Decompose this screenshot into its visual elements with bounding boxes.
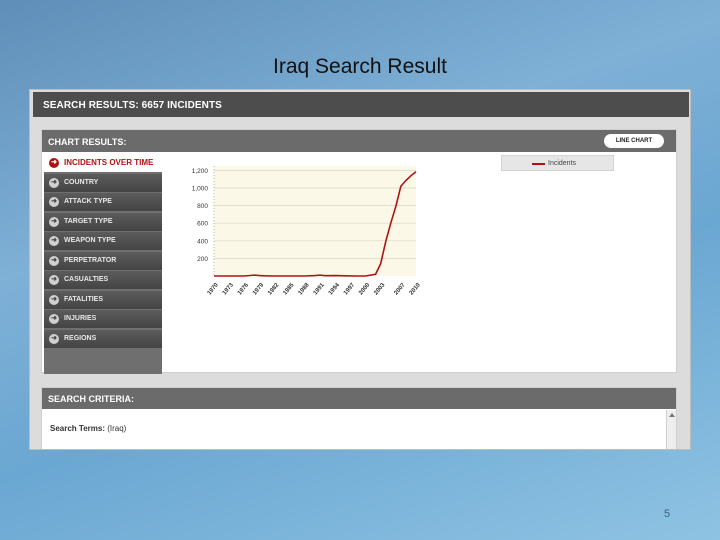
x-tick-label: 1982 [267, 282, 281, 297]
legend-label: Incidents [548, 160, 577, 167]
arrow-right-icon: ➜ [49, 294, 59, 305]
x-tick-label: 1979 [252, 282, 266, 297]
plot-area [214, 166, 416, 276]
scroll-up-icon[interactable] [669, 413, 675, 417]
sidebar-item-label: INJURIES [64, 315, 97, 322]
chart-results-panel: CHART RESULTS: LINE CHART ➜ INCIDENTS OV… [41, 129, 677, 374]
arrow-right-icon: ➜ [49, 158, 59, 168]
sidebar-item-attack-type[interactable]: ➜ ATTACK TYPE [44, 193, 162, 211]
sidebar-item-injuries[interactable]: ➜ INJURIES [44, 310, 162, 328]
y-tick-label: 600 [197, 221, 208, 228]
sidebar-item-label: WEAPON TYPE [64, 237, 116, 244]
sidebar-item-label: COUNTRY [64, 178, 99, 186]
x-tick-label: 2010 [409, 282, 423, 297]
x-tick-label: 1973 [222, 282, 236, 297]
legend-swatch [532, 163, 545, 165]
slide-title: Iraq Search Result [273, 55, 447, 78]
sidebar-item-label: ATTACK TYPE [64, 198, 112, 205]
sidebar-item-label: INCIDENTS OVER TIME [64, 158, 154, 167]
slide-page-number: 5 [664, 508, 671, 520]
chart-panel-header: CHART RESULTS: LINE CHART [42, 130, 676, 152]
arrow-right-icon: ➜ [49, 275, 59, 285]
search-criteria-panel: SEARCH CRITERIA: Search Terms: (Iraq) [41, 387, 677, 449]
line-chart-button[interactable]: LINE CHART [604, 134, 664, 148]
sidebar-item-label: TARGET TYPE [64, 217, 113, 225]
search-terms: Search Terms: (Iraq) [50, 424, 126, 433]
sidebar-item-label: FATALITIES [64, 295, 104, 303]
sidebar-item-regions[interactable]: ➜ REGIONS [44, 329, 162, 348]
x-tick-label: 1970 [207, 282, 221, 297]
sidebar-item-casualties[interactable]: ➜ CASUALTIES [44, 271, 162, 289]
x-tick-label: 1988 [298, 282, 312, 297]
sidebar-item-weapon-type[interactable]: ➜ WEAPON TYPE [44, 232, 162, 250]
x-tick-label: 1976 [237, 282, 251, 297]
chart-legend: Incidents [501, 155, 614, 171]
sidebar-item-target-type[interactable]: ➜ TARGET TYPE [44, 212, 162, 231]
arrow-right-icon: ➜ [49, 216, 59, 227]
arrow-right-icon: ➜ [49, 314, 59, 324]
chart-sidebar: ➜ INCIDENTS OVER TIME ➜ COUNTRY ➜ ATTACK… [44, 154, 162, 374]
screenshot-frame: SEARCH RESULTS: 6657 INCIDENTS CHART RES… [29, 89, 691, 450]
results-header: SEARCH RESULTS: 6657 INCIDENTS [33, 92, 689, 117]
criteria-scrollbar[interactable] [666, 410, 676, 449]
sidebar-item-country[interactable]: ➜ COUNTRY [44, 173, 162, 192]
arrow-right-icon: ➜ [49, 255, 59, 266]
sidebar-item-label: CASUALTIES [64, 276, 109, 283]
incidents-line-chart: 2004006008001,0001,2001970 1973 1976 1979 19… [192, 166, 423, 297]
y-tick-label: 200 [197, 256, 208, 263]
y-tick-label: 400 [197, 238, 208, 245]
criteria-panel-title: SEARCH CRITERIA: [42, 388, 676, 409]
x-tick-label: 1985 [282, 282, 296, 297]
x-tick-label: 1994 [328, 282, 342, 297]
arrow-right-icon: ➜ [49, 177, 59, 188]
sidebar-item-label: PERPETRATOR [64, 256, 117, 264]
y-tick-label: 1,000 [192, 186, 209, 193]
search-terms-value: (Iraq) [107, 424, 127, 433]
y-tick-label: 1,200 [192, 168, 209, 175]
x-tick-label: 1991 [313, 282, 327, 297]
sidebar-item-label: REGIONS [64, 334, 97, 342]
sidebar-item-fatalities[interactable]: ➜ FATALITIES [44, 290, 162, 309]
arrow-right-icon: ➜ [49, 236, 59, 246]
sidebar-item-incidents-over-time[interactable]: ➜ INCIDENTS OVER TIME [44, 154, 162, 172]
x-tick-label: 2007 [393, 282, 407, 297]
arrow-right-icon: ➜ [49, 197, 59, 207]
x-tick-label: 1997 [343, 282, 357, 297]
search-terms-label: Search Terms: [50, 424, 105, 433]
x-tick-label: 2003 [373, 282, 387, 297]
x-tick-label: 2000 [358, 282, 372, 297]
arrow-right-icon: ➜ [49, 333, 59, 344]
chart-panel-title: CHART RESULTS: [48, 137, 127, 147]
y-tick-label: 800 [197, 203, 208, 210]
sidebar-item-perpetrator[interactable]: ➜ PERPETRATOR [44, 251, 162, 270]
